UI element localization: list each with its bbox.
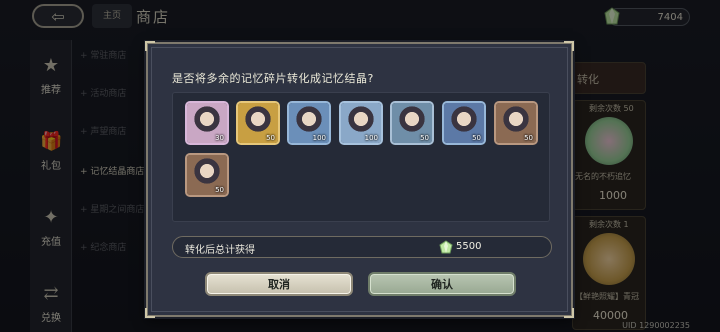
fragment-item[interactable]: 50	[236, 101, 280, 145]
dialog-corner	[564, 41, 574, 51]
fragment-item[interactable]: 50	[185, 153, 229, 197]
confirm-button[interactable]: 确认	[368, 272, 516, 296]
fragment-count: 100	[312, 134, 326, 142]
dialog-corner	[145, 308, 155, 318]
fragment-item[interactable]: 50	[442, 101, 486, 145]
cancel-label: 取消	[268, 278, 290, 291]
convert-dialog: 是否将多余的记忆碎片转化成记忆结晶? 30 50 100 100 50 50 5…	[145, 41, 574, 318]
cancel-button[interactable]: 取消	[205, 272, 353, 296]
fragment-item[interactable]: 30	[185, 101, 229, 145]
fragment-item[interactable]: 50	[494, 101, 538, 145]
fragment-grid: 30 50 100 100 50 50 50 50	[172, 92, 550, 222]
total-reward-bar: 转化后总计获得 5500	[172, 236, 552, 258]
fragment-count: 50	[472, 134, 481, 142]
dialog-corner	[564, 308, 574, 318]
fragment-count: 50	[420, 134, 429, 142]
fragment-count: 50	[266, 134, 275, 142]
fragment-item[interactable]: 100	[339, 101, 383, 145]
fragment-count: 50	[215, 186, 224, 194]
total-value: 5500	[456, 241, 482, 252]
confirm-label: 确认	[431, 278, 453, 291]
crystal-gem-icon	[439, 240, 453, 254]
fragment-item[interactable]: 50	[390, 101, 434, 145]
dialog-corner	[145, 41, 155, 51]
fragment-count: 30	[215, 134, 224, 142]
total-label: 转化后总计获得	[185, 245, 255, 256]
fragment-count: 50	[524, 134, 533, 142]
dialog-question: 是否将多余的记忆碎片转化成记忆结晶?	[172, 72, 374, 85]
fragment-item[interactable]: 100	[287, 101, 331, 145]
fragment-count: 100	[364, 134, 378, 142]
